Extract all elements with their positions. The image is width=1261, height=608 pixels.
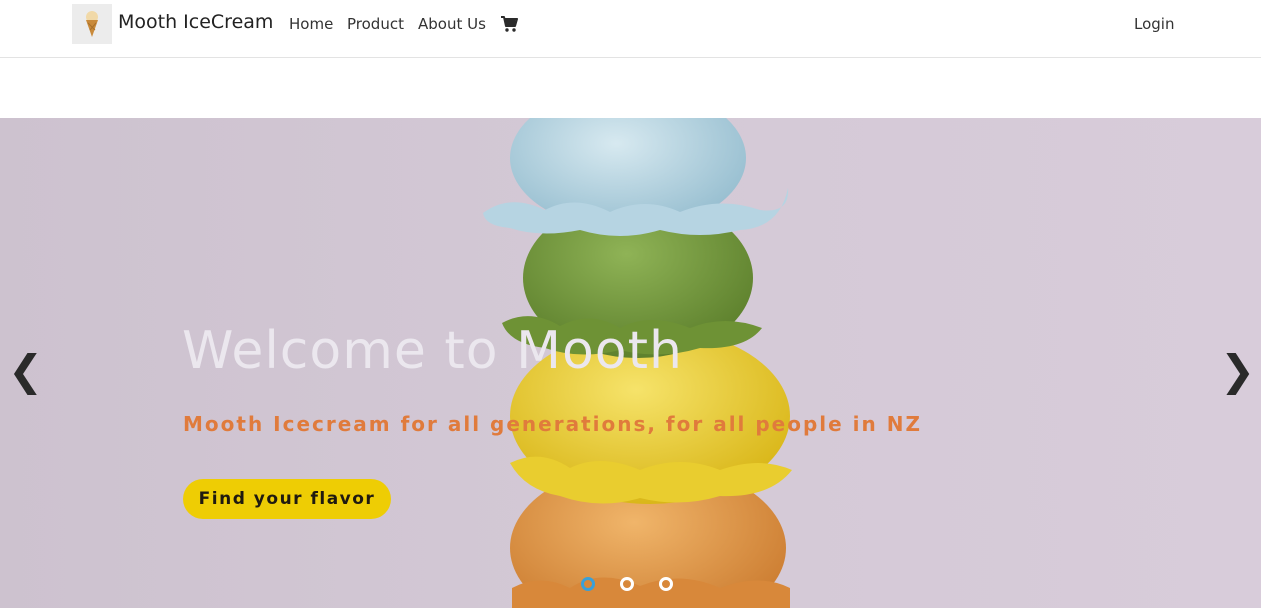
carousel-indicator-3[interactable] bbox=[659, 577, 673, 591]
carousel-indicator-2[interactable] bbox=[620, 577, 634, 591]
login-link[interactable]: Login bbox=[1134, 15, 1174, 33]
navbar: Mooth IceCream Home Product About Us Log… bbox=[0, 0, 1261, 58]
hero-carousel: Welcome to Mooth Mooth Icecream for all … bbox=[0, 118, 1261, 608]
carousel-prev-arrow-icon[interactable]: ❮ bbox=[8, 350, 43, 392]
hero-subtitle: Mooth Icecream for all generations, for … bbox=[183, 412, 922, 436]
shopping-cart-icon[interactable] bbox=[500, 15, 518, 33]
ice-cream-cone-logo-icon[interactable] bbox=[72, 4, 112, 44]
find-your-flavor-button[interactable]: Find your flavor bbox=[183, 479, 391, 519]
carousel-next-arrow-icon[interactable]: ❯ bbox=[1220, 350, 1255, 392]
nav-product-link[interactable]: Product bbox=[347, 15, 404, 33]
brand-name[interactable]: Mooth IceCream bbox=[118, 11, 273, 33]
nav-about-us-link[interactable]: About Us bbox=[418, 15, 486, 33]
nav-home-link[interactable]: Home bbox=[289, 15, 333, 33]
carousel-indicator-1[interactable] bbox=[581, 577, 595, 591]
hero-title: Welcome to Mooth bbox=[182, 321, 683, 381]
